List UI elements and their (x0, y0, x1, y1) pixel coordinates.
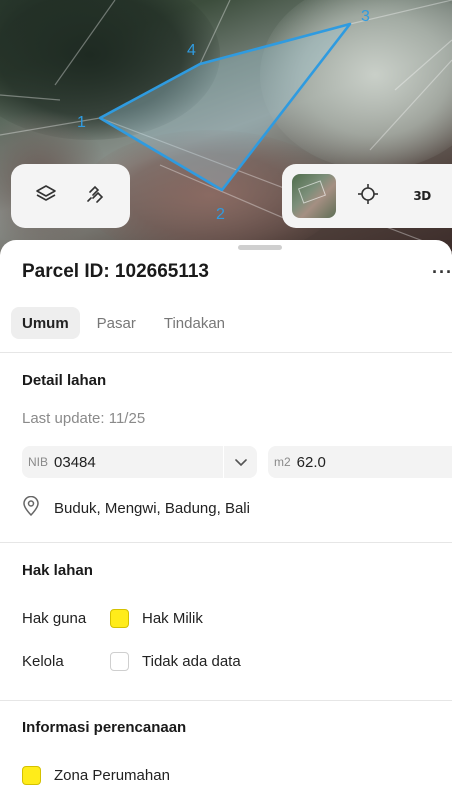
parcel-sheet: Parcel ID: 102665113 ··· Umum Pasar Tind… (0, 240, 452, 804)
vertex-label-1: 1 (77, 114, 86, 131)
nib-prefix: NIB (28, 455, 49, 469)
rights-heading: Hak lahan (22, 562, 93, 579)
locate-button[interactable] (346, 174, 390, 218)
more-options-icon[interactable]: ··· (432, 262, 452, 283)
sheet-header: Parcel ID: 102665113 (22, 260, 452, 284)
crosshair-icon (357, 183, 379, 210)
layers-icon (35, 183, 57, 210)
color-swatch (110, 652, 129, 671)
rights-row: Hak guna Hak Milik (22, 609, 203, 628)
rights-value: Tidak ada data (142, 653, 241, 670)
nib-field[interactable]: NIB 03484 (22, 446, 257, 478)
map-view-panel: 3D (282, 164, 452, 228)
divider (0, 542, 452, 543)
location-pin-icon (22, 495, 40, 520)
tab-pasar[interactable]: Pasar (86, 307, 147, 339)
tab-tindakan[interactable]: Tindakan (153, 307, 236, 339)
vertex-label-4: 4 (187, 42, 196, 59)
color-swatch (110, 609, 129, 628)
satellite-thumbnail (292, 174, 336, 218)
zone-row: Zona Perumahan (22, 766, 170, 785)
planning-heading: Informasi perencanaan (22, 719, 187, 736)
zone-color-swatch (22, 766, 41, 785)
area-field: m2 62.0 (268, 446, 452, 478)
area-unit: m2 (274, 455, 291, 469)
page-title: Parcel ID: 102665113 (22, 261, 209, 282)
layers-button[interactable] (24, 174, 68, 218)
map-view[interactable]: 1 2 3 4 3D (0, 0, 452, 260)
map-tools-panel (11, 164, 130, 228)
area-value: 62.0 (296, 453, 326, 471)
sheet-drag-handle[interactable] (238, 245, 282, 250)
rights-value: Hak Milik (142, 610, 203, 627)
last-update-text: Last update: 11/25 (22, 410, 146, 427)
rights-row: Kelola Tidak ada data (22, 652, 241, 671)
3d-label: 3D (413, 189, 431, 203)
tab-umum[interactable]: Umum (11, 307, 80, 339)
location-text: Buduk, Mengwi, Badung, Bali (54, 499, 250, 517)
tab-bar: Umum Pasar Tindakan (11, 307, 236, 339)
detail-heading: Detail lahan (22, 372, 107, 389)
rights-key: Kelola (22, 653, 64, 670)
location-row: Buduk, Mengwi, Badung, Bali (22, 495, 250, 520)
chevron-down-icon (234, 454, 247, 471)
nib-value: 03484 (54, 453, 96, 471)
draw-button[interactable] (73, 174, 117, 218)
nib-dropdown[interactable] (223, 446, 257, 478)
3d-toggle-button[interactable]: 3D (400, 174, 444, 218)
rights-key: Hak guna (22, 610, 87, 627)
divider (0, 700, 452, 701)
vertex-label-2: 2 (216, 206, 225, 223)
draw-shape-icon (84, 183, 106, 210)
vertex-label-3: 3 (361, 8, 370, 25)
divider (0, 352, 452, 353)
basemap-button[interactable] (292, 174, 336, 218)
zone-label: Zona Perumahan (54, 767, 170, 784)
